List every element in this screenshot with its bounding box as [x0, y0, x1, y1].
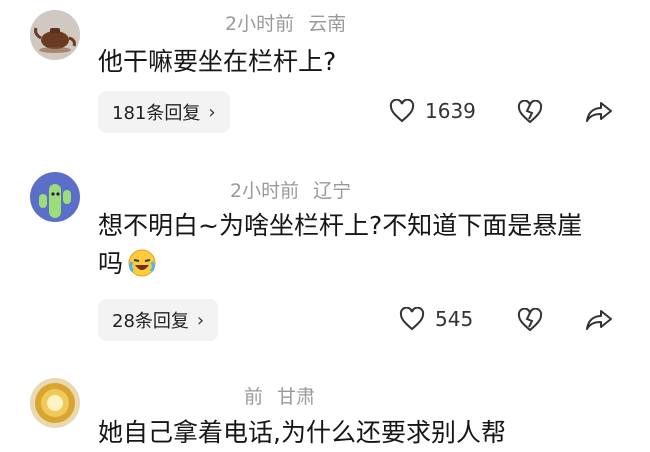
- heart-icon: [399, 307, 425, 331]
- like-button[interactable]: 545: [399, 307, 473, 331]
- broken-heart-icon: [517, 307, 543, 332]
- comment-text: 想不明白~为啥坐栏杆上?不知道下面是悬崖吗: [98, 207, 603, 289]
- comment-text: 他干嘛要坐在栏杆上?: [98, 47, 337, 76]
- comment-meta: 2小时前 辽宁: [230, 176, 351, 203]
- comment-text-body: 想不明白~为啥坐栏杆上?不知道下面是悬崖吗: [98, 211, 583, 278]
- avatar-teapot[interactable]: [30, 10, 80, 60]
- reply-count: 28条回复: [112, 311, 189, 332]
- like-button[interactable]: 1639: [389, 99, 476, 123]
- comment-2: 2小时前 辽宁 想不明白~为啥坐栏杆上?不知道下面是悬崖吗 28条回复 › 545: [0, 160, 650, 350]
- comment-1: 2小时前 云南 他干嘛要坐在栏杆上? 181条回复 › 1639: [0, 0, 650, 150]
- comment-location: 甘肃: [277, 386, 316, 408]
- view-replies-button[interactable]: 181条回复 ›: [98, 91, 230, 133]
- comment-text: 她自己拿着电话,为什么还要求别人帮: [98, 418, 506, 447]
- like-count: 545: [435, 307, 474, 331]
- comment-3: 前甘肃 她自己拿着电话,为什么还要求别人帮: [0, 370, 650, 452]
- like-count: 1639: [425, 99, 476, 123]
- comment-location: 辽宁: [313, 180, 352, 202]
- avatar-cactus[interactable]: [30, 172, 80, 222]
- chevron-right-icon: ›: [208, 101, 216, 123]
- view-replies-button[interactable]: 28条回复 ›: [98, 299, 219, 341]
- sun-badge-icon: [30, 378, 80, 428]
- broken-heart-icon: [517, 99, 543, 124]
- cactus-icon: [30, 172, 80, 222]
- reply-count: 181条回复: [112, 103, 201, 124]
- share-arrow-icon: [586, 310, 612, 330]
- teapot-icon: [30, 10, 80, 60]
- comment-location: 云南: [308, 13, 347, 35]
- chevron-right-icon: ›: [196, 309, 205, 331]
- share-button[interactable]: [585, 307, 613, 337]
- comment-time: 前: [244, 386, 264, 408]
- comment-meta: 前甘肃: [244, 382, 315, 409]
- comment-time: 2小时前: [225, 13, 295, 35]
- dislike-button[interactable]: [516, 99, 544, 128]
- share-button[interactable]: [585, 99, 613, 129]
- share-arrow-icon: [586, 102, 612, 122]
- laughing-crying-emoji-icon: [127, 248, 157, 289]
- avatar-sun[interactable]: [30, 378, 80, 428]
- dislike-button[interactable]: [516, 307, 544, 336]
- heart-icon: [389, 99, 415, 123]
- comment-time: 2小时前: [230, 180, 300, 202]
- comment-meta: 2小时前 云南: [225, 9, 346, 36]
